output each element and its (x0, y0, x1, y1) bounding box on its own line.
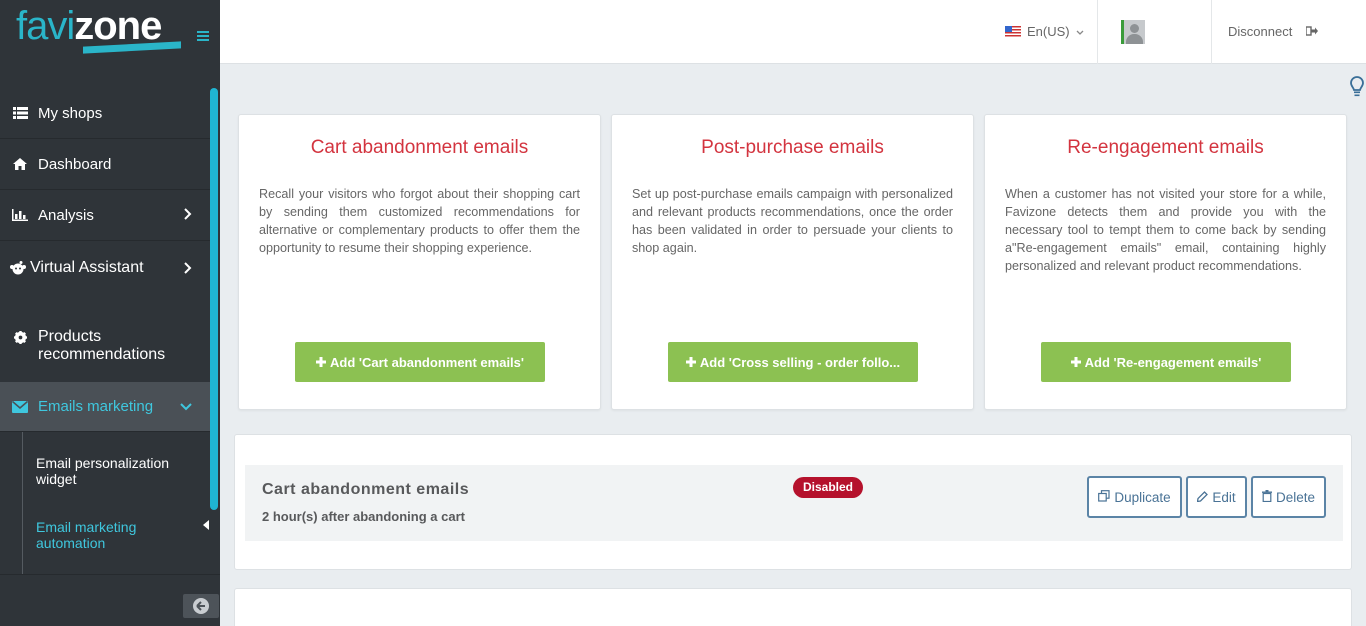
card-cart-abandonment: Cart abandonment emails Recall your visi… (238, 114, 601, 410)
sign-out-icon (1305, 24, 1319, 39)
plus-icon (1070, 355, 1081, 370)
sidebar-scrollbar[interactable] (210, 88, 218, 510)
sidebar-item-label: Emails marketing (38, 398, 154, 415)
chevron-down-icon (1076, 24, 1084, 39)
home-icon (12, 158, 28, 170)
sidebar-item-emails-marketing[interactable]: Emails marketing (0, 382, 210, 432)
menu-toggle-icon[interactable] (197, 28, 209, 46)
logo-text-favi: favi (16, 4, 75, 48)
lightbulb-icon[interactable] (1350, 76, 1364, 103)
list-icon (12, 107, 28, 119)
sidebar-item-label: Products recommendations (38, 328, 166, 363)
sidebar-item-virtual-assistant[interactable]: Virtual Assistant (0, 241, 210, 295)
sidebar-item-label: My shops (38, 104, 103, 122)
disconnect-button[interactable]: Disconnect (1228, 24, 1319, 39)
language-selector[interactable]: En(US) (1005, 24, 1084, 39)
topbar-divider (1211, 0, 1212, 64)
campaign-title: Cart abandonment emails (262, 481, 470, 498)
add-button-label: Add 'Cart abandonment emails' (330, 354, 524, 370)
sidebar-item-label: Analysis (38, 206, 94, 224)
sidebar-item-products-recommendations[interactable]: Products recommendations (0, 316, 210, 382)
language-label: En(US) (1027, 24, 1070, 39)
sidebar-item-dashboard[interactable]: Dashboard (0, 139, 210, 190)
favizone-logo[interactable]: favizone (16, 4, 162, 48)
gear-icon (12, 331, 28, 344)
top-bar: En(US) Disconnect (220, 0, 1366, 64)
campaign-list-panel: Cart abandonment emails 2 hour(s) after … (234, 434, 1352, 570)
duplicate-label: Duplicate (1114, 489, 1171, 505)
disconnect-label: Disconnect (1228, 24, 1293, 39)
delete-label: Delete (1275, 489, 1316, 505)
campaign-trigger: 2 hour(s) after abandoning a cart (262, 509, 465, 524)
card-title: Cart abandonment emails (310, 137, 529, 158)
chevron-right-icon (184, 261, 192, 277)
pencil-icon (1197, 490, 1209, 505)
campaign-list-panel-2 (234, 588, 1352, 626)
logo-text-zone: zone (74, 4, 162, 48)
sidebar-item-my-shops[interactable]: My shops (0, 88, 210, 139)
campaign-row: Cart abandonment emails 2 hour(s) after … (245, 465, 1343, 541)
add-cart-abandonment-button[interactable]: Add 'Cart abandonment emails' (295, 342, 545, 382)
avatar-body (1126, 34, 1143, 44)
submenu-item-email-marketing-automation[interactable]: Email marketing automation (36, 519, 196, 551)
plus-icon (316, 355, 326, 370)
card-description: When a customer has not visited your sto… (1005, 187, 1326, 273)
us-flag-icon (1005, 26, 1021, 37)
robot-icon (10, 261, 26, 275)
status-badge: Disabled (793, 477, 864, 498)
sidebar-item-label: Virtual Assistant (30, 259, 144, 276)
copy-icon (1098, 489, 1110, 505)
plus-icon (685, 355, 696, 370)
delete-button[interactable]: Delete (1251, 476, 1326, 518)
collapse-sidebar-button[interactable] (183, 594, 219, 618)
logo-area: favizone (0, 0, 220, 64)
card-description: Recall your visitors who forgot about th… (259, 187, 580, 255)
caret-left-icon (203, 520, 209, 533)
sidebar-item-analysis[interactable]: Analysis (0, 190, 210, 241)
user-avatar[interactable] (1121, 20, 1145, 44)
chevron-down-icon (180, 398, 192, 414)
envelope-icon (12, 400, 28, 413)
submenu-item-email-personalization-widget[interactable]: Email personalization widget (36, 455, 196, 487)
trash-icon (1261, 489, 1272, 505)
submenu-line (22, 432, 23, 574)
topbar-divider (1097, 0, 1098, 64)
card-re-engagement: Re-engagement emails When a customer has… (984, 114, 1347, 410)
edit-button[interactable]: Edit (1186, 476, 1247, 518)
add-button-label: Add 'Re-engagement emails' (1084, 354, 1262, 370)
avatar-head (1130, 24, 1139, 33)
sidebar: favizone My shops Dashboard Analysis Vir… (0, 0, 220, 626)
sidebar-divider (0, 574, 220, 575)
add-button-label: Add 'Cross selling - order follo... (699, 354, 901, 370)
arrow-left-circle-icon (193, 598, 209, 614)
chevron-right-icon (184, 207, 192, 223)
bar-chart-icon (12, 209, 28, 221)
card-post-purchase: Post-purchase emails Set up post-purchas… (611, 114, 974, 410)
add-cross-selling-button[interactable]: Add 'Cross selling - order follo... (668, 342, 918, 382)
card-title: Re-engagement emails (1067, 137, 1264, 158)
edit-label: Edit (1212, 489, 1236, 505)
add-re-engagement-button[interactable]: Add 'Re-engagement emails' (1041, 342, 1291, 382)
duplicate-button[interactable]: Duplicate (1087, 476, 1182, 518)
card-description: Set up post-purchase emails campaign wit… (632, 187, 953, 255)
card-title: Post-purchase emails (701, 137, 884, 158)
sidebar-item-label: Dashboard (38, 155, 112, 173)
